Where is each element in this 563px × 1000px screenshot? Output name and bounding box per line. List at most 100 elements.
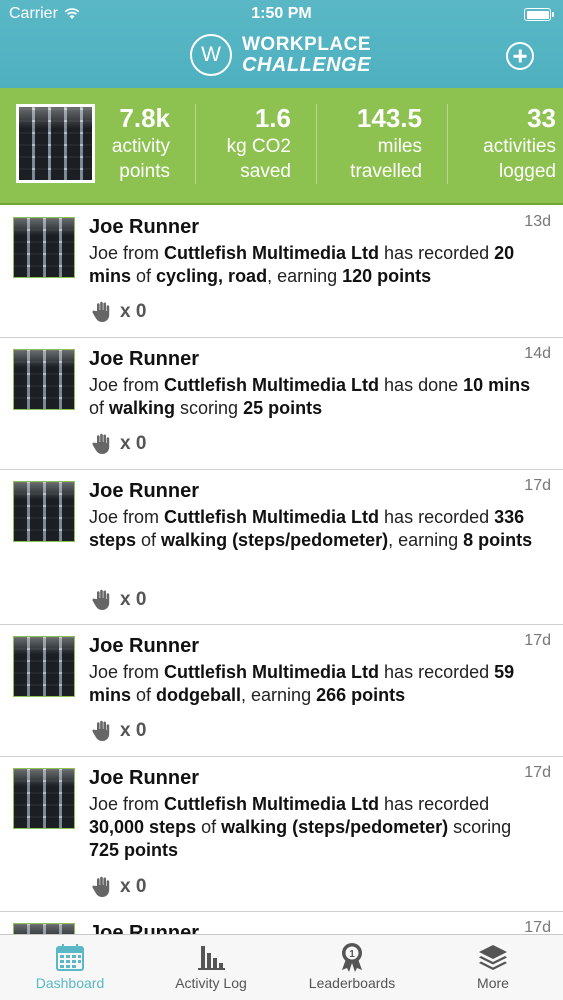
user-name[interactable]: Joe Runner <box>89 348 199 371</box>
description-highlight: Cuttlefish Multimedia Ltd <box>164 662 380 682</box>
stat-label: saved <box>240 161 291 182</box>
high-five-icon <box>92 876 110 897</box>
user-name[interactable]: Joe Runner <box>89 216 199 239</box>
stat-label: travelled <box>350 161 422 182</box>
high-five-button[interactable]: x 0 <box>90 875 146 899</box>
user-avatar[interactable] <box>13 768 75 829</box>
add-activity-button[interactable] <box>506 42 534 70</box>
user-name[interactable]: Joe Runner <box>89 635 199 658</box>
logo-mark: W <box>190 34 232 76</box>
description-highlight: Cuttlefish Multimedia Ltd <box>164 507 380 527</box>
description-text: , earning <box>388 530 464 550</box>
high-five-button[interactable]: x 0 <box>90 588 146 612</box>
description-text: of <box>196 817 222 837</box>
tab-label: Activity Log <box>175 975 247 991</box>
stat-activities-logged: 33 activities logged <box>456 102 556 184</box>
stat-label: points <box>119 161 170 182</box>
description-text: Joe <box>89 507 119 527</box>
user-name[interactable]: Joe Runner <box>89 922 199 934</box>
description-text: from <box>118 794 165 814</box>
description-text: Joe <box>89 375 119 395</box>
svg-text:1: 1 <box>349 949 355 960</box>
description-highlight: 266 points <box>316 685 406 705</box>
high-five-button[interactable]: x 0 <box>90 300 146 324</box>
activity-description: Joe from Cuttlefish Multimedia Ltd has r… <box>89 506 539 552</box>
activity-description: Joe from Cuttlefish Multimedia Ltd has r… <box>89 793 539 862</box>
feed-item[interactable]: Joe Runner 17d Joe from Cuttlefish Multime… <box>0 625 563 757</box>
feed-item[interactable]: Joe Runner 13d Joe from Cuttlefish Multime… <box>0 206 563 338</box>
description-highlight: cycling, road <box>156 266 268 286</box>
high-five-button[interactable]: x 0 <box>90 432 146 456</box>
description-highlight: walking (steps/pedometer) <box>221 817 449 837</box>
high-five-count: x 0 <box>120 589 147 610</box>
tab-leaderboards[interactable]: 1 Leaderboards <box>282 935 422 1000</box>
activity-description: Joe from Cuttlefish Multimedia Ltd has r… <box>89 661 539 707</box>
user-avatar[interactable] <box>13 349 75 410</box>
logo-line1: WORKPLACE <box>242 34 372 55</box>
description-text: has done <box>379 375 464 395</box>
stat-co2-saved: 1.6 kg CO2 saved <box>205 102 291 184</box>
stat-label: miles <box>377 136 422 157</box>
feed-item[interactable]: Joe Runner 17d Joe from Cuttlefish Multime… <box>0 470 563 625</box>
tab-label: More <box>477 975 509 991</box>
stat-label: logged <box>498 161 556 182</box>
description-highlight: walking <box>109 398 176 418</box>
description-text: has recorded <box>379 794 490 814</box>
description-text: , earning <box>267 266 343 286</box>
logo-line2: CHALLENGE <box>242 54 371 76</box>
activity-feed[interactable]: Joe Runner 13d Joe from Cuttlefish Multime… <box>0 206 563 934</box>
description-highlight: Cuttlefish Multimedia Ltd <box>164 375 380 395</box>
stat-activity-points: 7.8k activity points <box>100 102 170 184</box>
item-timestamp: 17d <box>524 919 551 934</box>
high-five-button[interactable]: x 0 <box>90 719 146 743</box>
award-icon: 1 <box>342 943 362 972</box>
user-avatar[interactable] <box>13 217 75 278</box>
description-highlight: 25 points <box>243 398 323 418</box>
description-text: Joe <box>89 243 119 263</box>
bar-chart-icon <box>198 946 225 970</box>
tab-label: Leaderboards <box>308 975 396 991</box>
high-five-icon <box>92 589 110 610</box>
user-avatar[interactable] <box>13 636 75 697</box>
description-text: of <box>131 685 157 705</box>
high-five-count: x 0 <box>120 876 147 897</box>
description-text: of <box>136 530 162 550</box>
tab-activity-log[interactable]: Activity Log <box>141 935 281 1000</box>
high-five-icon <box>92 301 110 322</box>
stat-value: 143.5 <box>356 103 422 133</box>
user-name[interactable]: Joe Runner <box>89 480 199 503</box>
feed-item[interactable]: Joe Runner 17d <box>0 912 563 934</box>
description-highlight: dodgeball <box>156 685 242 705</box>
stat-value: 1.6 <box>254 103 291 133</box>
description-highlight: 725 points <box>89 840 179 860</box>
user-avatar[interactable] <box>13 923 75 934</box>
activity-description: Joe from Cuttlefish Multimedia Ltd has r… <box>89 242 539 288</box>
tab-dashboard[interactable]: Dashboard <box>0 935 140 1000</box>
description-text: scoring <box>448 817 512 837</box>
feed-item[interactable]: Joe Runner 17d Joe from Cuttlefish Multime… <box>0 757 563 912</box>
description-text: Joe <box>89 662 119 682</box>
item-timestamp: 17d <box>524 632 551 649</box>
status-bar: Carrier 1:50 PM <box>0 0 563 28</box>
stat-divider <box>195 104 196 184</box>
user-avatar[interactable] <box>13 481 75 542</box>
tab-more[interactable]: More <box>423 935 563 1000</box>
high-five-icon <box>92 720 110 741</box>
description-text: of <box>131 266 157 286</box>
description-text: from <box>118 662 165 682</box>
stat-label: kg CO2 <box>226 136 291 157</box>
status-time: 1:50 PM <box>251 5 312 22</box>
layers-icon <box>479 945 507 970</box>
app-logo: W WORKPLACE CHALLENGE <box>190 32 371 78</box>
description-text: from <box>118 375 165 395</box>
description-highlight: walking (steps/pedometer) <box>161 530 389 550</box>
tab-bar: Dashboard Activity Log 1 Leaderboards Mo… <box>0 934 563 1000</box>
description-highlight: Cuttlefish Multimedia Ltd <box>164 794 380 814</box>
user-name[interactable]: Joe Runner <box>89 767 199 790</box>
feed-item[interactable]: Joe Runner 14d Joe from Cuttlefish Multime… <box>0 338 563 470</box>
description-highlight: 120 points <box>342 266 432 286</box>
logo-text: WORKPLACE CHALLENGE <box>242 34 371 76</box>
profile-photo[interactable] <box>16 104 95 183</box>
description-text: has recorded <box>379 507 495 527</box>
description-text: from <box>118 243 165 263</box>
